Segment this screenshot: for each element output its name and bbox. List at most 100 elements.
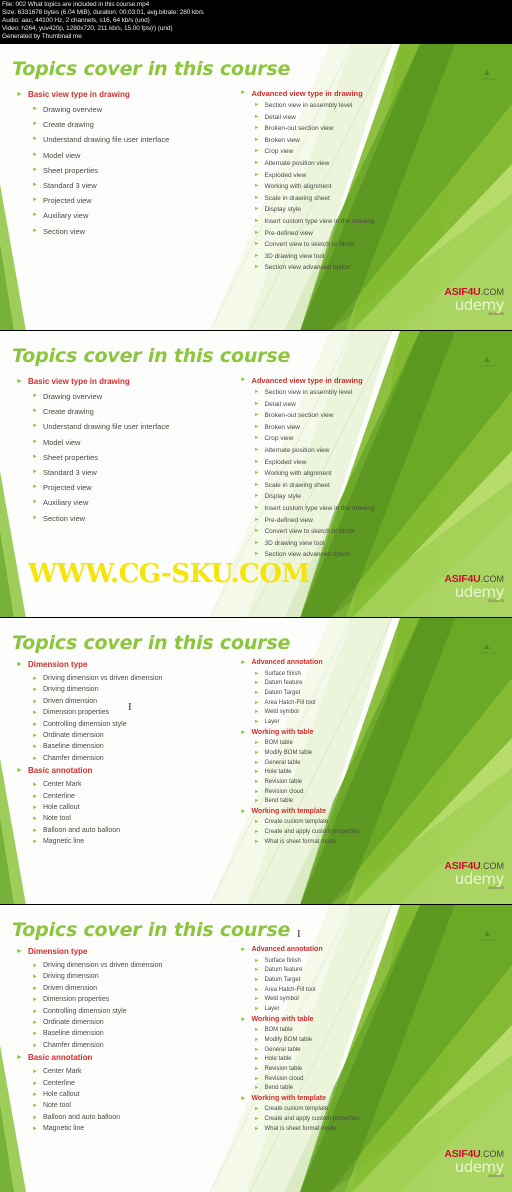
topic-item[interactable]: ► Understand drawing file user interface	[16, 135, 232, 144]
topic-heading[interactable]: ► Basic annotation	[16, 1053, 232, 1062]
topic-item[interactable]: ► Driving dimension vs driven dimension	[16, 962, 232, 969]
topic-heading[interactable]: ► Advanced view type in drawing	[240, 89, 482, 98]
topic-item[interactable]: ► Surface finish	[240, 958, 482, 965]
topic-item[interactable]: ► Note tool	[16, 1102, 232, 1109]
topic-item[interactable]: ► Balloon and auto balloon	[16, 1114, 232, 1121]
topic-item[interactable]: ► Balloon and auto balloon	[16, 827, 232, 834]
topic-item[interactable]: ► Section view advanced option	[240, 551, 482, 558]
topic-item[interactable]: ► Convert view to sketch or block	[240, 528, 482, 535]
topic-item[interactable]: ► Revision cloud	[240, 1076, 482, 1083]
topic-item[interactable]: ► Projected view	[16, 196, 232, 205]
topic-item[interactable]: ► Section view	[16, 514, 232, 523]
topic-item[interactable]: ► Projected view	[16, 483, 232, 492]
topic-item[interactable]: ► Layer	[240, 1006, 482, 1013]
topic-item[interactable]: ► Understand drawing file user interface	[16, 422, 232, 431]
topic-item[interactable]: ► Driving dimension	[16, 686, 232, 693]
topic-item[interactable]: ► Note tool	[16, 815, 232, 822]
topic-item[interactable]: ► General table	[240, 1047, 482, 1054]
topic-item[interactable]: ► General table	[240, 760, 482, 767]
topic-item[interactable]: ► Magnetic line	[16, 838, 232, 845]
thumbnail-frame[interactable]: Topics cover in this course ▲ SolidWorks…	[0, 44, 512, 331]
topic-heading[interactable]: ► Working with table	[240, 729, 482, 737]
topic-item[interactable]: ► Convert view to sketch or block	[240, 241, 482, 248]
topic-item[interactable]: ► Section view advanced option	[240, 264, 482, 271]
topic-item[interactable]: ► Hole table	[240, 769, 482, 776]
topic-item[interactable]: ► Dimension properties	[16, 709, 232, 716]
topic-item[interactable]: ► Exploded view	[240, 459, 482, 466]
topic-item[interactable]: ► Sheet properties	[16, 453, 232, 462]
topic-item[interactable]: ► Alternate position view	[240, 160, 482, 167]
topic-item[interactable]: ► Revision cloud	[240, 789, 482, 796]
topic-item[interactable]: ► Broken view	[240, 424, 482, 431]
topic-item[interactable]: ► What is sheet format mode	[240, 1126, 482, 1133]
topic-heading[interactable]: ► Working with template	[240, 1095, 482, 1103]
topic-item[interactable]: ► Hole callout	[16, 804, 232, 811]
topic-item[interactable]: ► Controlling dimension style	[16, 721, 232, 728]
topic-item[interactable]: ► Surface finish	[240, 671, 482, 678]
topic-item[interactable]: ► Pre-defined view	[240, 230, 482, 237]
topic-item[interactable]: ► Controlling dimension style	[16, 1008, 232, 1015]
topic-item[interactable]: ► Datum Target	[240, 977, 482, 984]
topic-item[interactable]: ► 3D drawing view tool	[240, 253, 482, 260]
topic-item[interactable]: ► Weld symbol	[240, 709, 482, 716]
topic-item[interactable]: ► Broken-out section view	[240, 412, 482, 419]
topic-item[interactable]: ► Centerline	[16, 793, 232, 800]
topic-item[interactable]: ► Scale in drawing sheet	[240, 482, 482, 489]
topic-item[interactable]: ► Weld symbol	[240, 996, 482, 1003]
topic-item[interactable]: ► Create drawing	[16, 407, 232, 416]
topic-heading[interactable]: ► Dimension type	[16, 660, 232, 669]
topic-item[interactable]: ► Create custom template	[240, 1106, 482, 1113]
topic-item[interactable]: ► Baseline dimension	[16, 743, 232, 750]
topic-item[interactable]: ► Crop view	[240, 435, 482, 442]
topic-item[interactable]: ► Section view in assembly level	[240, 389, 482, 396]
topic-item[interactable]: ► Broken-out section view	[240, 125, 482, 132]
topic-item[interactable]: ► Drawing overview	[16, 105, 232, 114]
topic-item[interactable]: ► Driven dimension	[16, 698, 232, 705]
topic-item[interactable]: ► Area Hatch-Fill tool	[240, 700, 482, 707]
topic-item[interactable]: ► Exploded view	[240, 172, 482, 179]
topic-item[interactable]: ► Working with alignment	[240, 183, 482, 190]
topic-item[interactable]: ► Create and apply custom properties	[240, 1116, 482, 1123]
topic-item[interactable]: ► Center Mark	[16, 1068, 232, 1075]
topic-item[interactable]: ► What is sheet format mode	[240, 839, 482, 846]
topic-item[interactable]: ► Baseline dimension	[16, 1030, 232, 1037]
topic-heading[interactable]: ► Basic view type in drawing	[16, 90, 232, 99]
topic-item[interactable]: ► Chamfer dimension	[16, 1042, 232, 1049]
topic-item[interactable]: ► Sheet properties	[16, 166, 232, 175]
topic-heading[interactable]: ► Basic annotation	[16, 766, 232, 775]
topic-item[interactable]: ► Detail view	[240, 114, 482, 121]
topic-item[interactable]: ► Bend table	[240, 798, 482, 805]
topic-item[interactable]: ► Magnetic line	[16, 1125, 232, 1132]
topic-item[interactable]: ► Revision table	[240, 1066, 482, 1073]
topic-item[interactable]: ► Standard 3 view	[16, 181, 232, 190]
topic-item[interactable]: ► Pre-defined view	[240, 517, 482, 524]
thumbnail-frame[interactable]: Topics cover in this course ▲ SolidWorks…	[0, 618, 512, 905]
topic-item[interactable]: ► Create custom template	[240, 819, 482, 826]
thumbnail-frame[interactable]: Topics cover in this course ▲ SolidWorks…	[0, 905, 512, 1192]
topic-heading[interactable]: ► Dimension type	[16, 947, 232, 956]
topic-item[interactable]: ► Datum feature	[240, 967, 482, 974]
topic-item[interactable]: ► Layer	[240, 719, 482, 726]
topic-item[interactable]: ► Modify BOM table	[240, 1037, 482, 1044]
topic-item[interactable]: ► Insert custom type view in the drawing	[240, 505, 482, 512]
topic-item[interactable]: ► Display style	[240, 206, 482, 213]
topic-item[interactable]: ► Drawing overview	[16, 392, 232, 401]
topic-item[interactable]: ► Model view	[16, 438, 232, 447]
topic-item[interactable]: ► Chamfer dimension	[16, 755, 232, 762]
topic-item[interactable]: ► BOM table	[240, 1027, 482, 1034]
topic-item[interactable]: ► Datum Target	[240, 690, 482, 697]
topic-item[interactable]: ► Section view in assembly level	[240, 102, 482, 109]
topic-item[interactable]: ► Bend table	[240, 1085, 482, 1092]
topic-heading[interactable]: ► Basic view type in drawing	[16, 377, 232, 386]
topic-item[interactable]: ► Crop view	[240, 148, 482, 155]
topic-item[interactable]: ► Hole callout	[16, 1091, 232, 1098]
topic-item[interactable]: ► Modify BOM table	[240, 750, 482, 757]
topic-item[interactable]: ► Alternate position view	[240, 447, 482, 454]
topic-heading[interactable]: ► Advanced annotation	[240, 659, 482, 667]
topic-item[interactable]: ► 3D drawing view tool	[240, 540, 482, 547]
topic-item[interactable]: ► BOM table	[240, 740, 482, 747]
topic-item[interactable]: ► Insert custom type view in the drawing	[240, 218, 482, 225]
topic-item[interactable]: ► Scale in drawing sheet	[240, 195, 482, 202]
topic-item[interactable]: ► Create and apply custom properties	[240, 829, 482, 836]
topic-item[interactable]: ► Create drawing	[16, 120, 232, 129]
